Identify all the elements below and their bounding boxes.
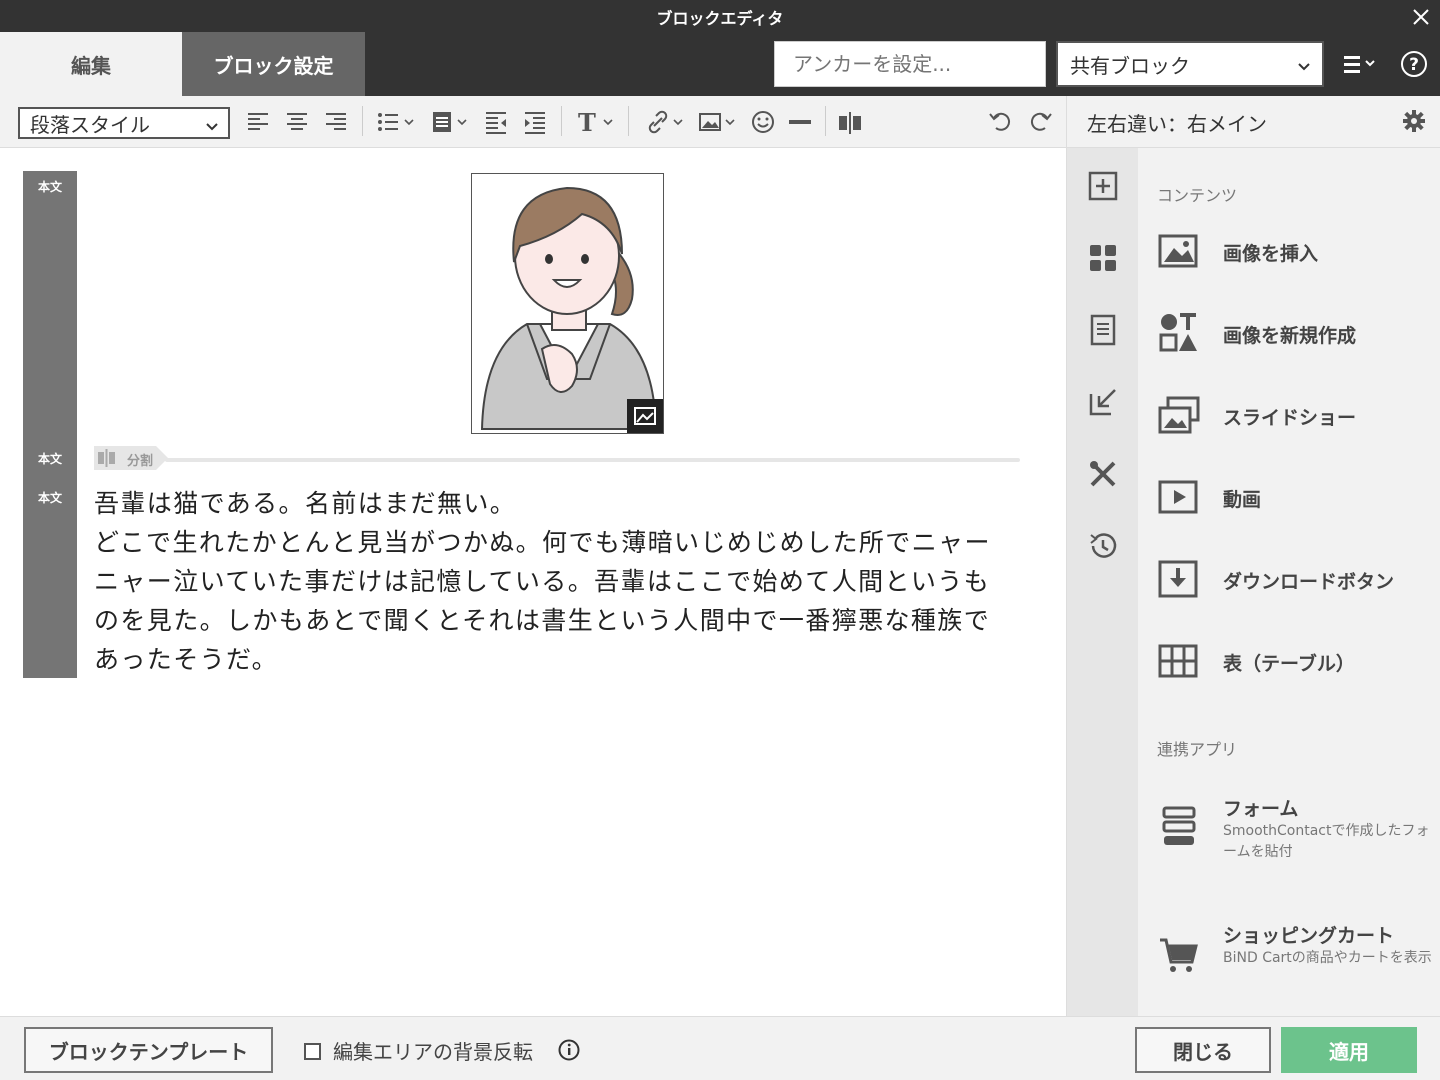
slideshow-icon bbox=[1158, 394, 1200, 436]
body-paragraph[interactable]: 吾輩は猫である。名前はまだ無い。 どこで生れたかとんと見当がつかぬ。何でも薄暗い… bbox=[94, 484, 1044, 679]
item-label: スライドショー bbox=[1223, 407, 1357, 429]
menu-button[interactable] bbox=[1340, 48, 1386, 82]
section-label-contents: コンテンツ bbox=[1157, 186, 1238, 205]
blocks-icon[interactable] bbox=[1087, 242, 1119, 274]
editor-header: 編集 ブロック設定 共有ブロック ? bbox=[0, 32, 1440, 96]
block-template-button[interactable]: ブロックテンプレート bbox=[24, 1027, 273, 1073]
import-icon[interactable] bbox=[1087, 386, 1119, 418]
item-label: 表（テーブル） bbox=[1223, 653, 1355, 675]
strip-label: 本文 bbox=[37, 452, 62, 466]
video-icon bbox=[1158, 476, 1200, 518]
align-left-icon[interactable] bbox=[246, 108, 270, 136]
svg-text:?: ? bbox=[1409, 55, 1419, 75]
image-edit-icon[interactable] bbox=[627, 399, 663, 433]
link-icon[interactable] bbox=[644, 108, 688, 136]
panel-rail bbox=[1066, 148, 1138, 1016]
item-label: ショッピングカート bbox=[1223, 925, 1395, 947]
outdent-icon[interactable] bbox=[484, 108, 510, 136]
chevron-down-icon bbox=[1296, 55, 1312, 79]
format-toolbar: 段落スタイル T bbox=[0, 96, 1066, 148]
edit-area[interactable]: 本文 本文 本文 分割 吾輩は猫である。名前はまだ無い。 どこで生れたかとんと見… bbox=[0, 148, 1066, 1016]
gear-icon[interactable] bbox=[1402, 109, 1426, 133]
window-titlebar: ブロックエディタ bbox=[0, 0, 1440, 32]
block-strip bbox=[23, 171, 77, 678]
text-line: どこで生れたかとんと見当がつかぬ。何でも薄暗いじめじめした所でニャー bbox=[94, 528, 991, 557]
split-column-icon[interactable] bbox=[838, 108, 864, 136]
strip-label: 本文 bbox=[37, 180, 62, 194]
align-right-icon[interactable] bbox=[324, 108, 348, 136]
text-line: 吾輩は猫である。名前はまだ無い。 bbox=[94, 489, 517, 518]
tab-edit[interactable]: 編集 bbox=[0, 32, 182, 96]
strip-label: 本文 bbox=[37, 491, 62, 505]
block-format-icon[interactable] bbox=[431, 108, 475, 136]
history-icon[interactable] bbox=[1087, 530, 1119, 562]
tab-block-settings[interactable]: ブロック設定 bbox=[182, 32, 365, 96]
indent-icon[interactable] bbox=[523, 108, 549, 136]
toolbar-divider bbox=[561, 106, 562, 136]
split-divider-line bbox=[165, 458, 1020, 462]
item-label: 画像を新規作成 bbox=[1223, 325, 1357, 347]
shapes-icon bbox=[1158, 312, 1200, 354]
item-label: フォーム bbox=[1223, 798, 1299, 820]
redo-icon[interactable] bbox=[1027, 108, 1053, 136]
list-icon[interactable] bbox=[376, 108, 420, 136]
download-icon bbox=[1158, 558, 1200, 600]
image-icon bbox=[1158, 230, 1200, 272]
content-list: コンテンツ 画像を挿入 画像を新規作成 スライドショー 動画 ダウンロードボタン bbox=[1138, 148, 1440, 1016]
paragraph-style-value: 段落スタイル bbox=[30, 112, 150, 137]
form-icon bbox=[1158, 806, 1200, 848]
shared-block-select[interactable]: 共有ブロック bbox=[1056, 41, 1324, 87]
text-line: のを見た。しかもあとで聞くとそれは書生という人間中で一番獰悪な種族で bbox=[94, 606, 991, 635]
window-title: ブロックエディタ bbox=[656, 9, 784, 28]
text-line: あったそうだ。 bbox=[94, 645, 279, 674]
emoji-icon[interactable] bbox=[751, 108, 777, 136]
close-button[interactable]: 閉じる bbox=[1135, 1027, 1271, 1073]
invert-background-checkbox[interactable] bbox=[304, 1043, 321, 1060]
layout-header: 左右違い：右メイン bbox=[1066, 96, 1440, 148]
horizontal-rule-icon[interactable] bbox=[788, 108, 814, 136]
paragraph-style-select[interactable]: 段落スタイル bbox=[18, 107, 230, 139]
align-center-icon[interactable] bbox=[285, 108, 309, 136]
editor-footer: ブロックテンプレート 編集エリアの背景反転 閉じる 適用 bbox=[0, 1016, 1440, 1080]
item-description: SmoothContactで作成したフォームを貼付 bbox=[1223, 823, 1430, 860]
table-icon bbox=[1158, 640, 1200, 682]
chevron-down-icon bbox=[204, 115, 220, 139]
section-label-apps: 連携アプリ bbox=[1157, 740, 1238, 759]
anchor-input[interactable] bbox=[774, 41, 1046, 87]
undo-icon[interactable] bbox=[988, 108, 1014, 136]
item-label: 動画 bbox=[1223, 489, 1262, 511]
toolbar-divider bbox=[628, 106, 629, 136]
toolbar-divider bbox=[362, 106, 363, 136]
text-line: ニャー泣いていた事だけは記憶している。吾輩はここで始めて人間というも bbox=[94, 567, 991, 596]
item-description: BiND Cartの商品やカートを表示 bbox=[1223, 950, 1432, 966]
page-icon[interactable] bbox=[1087, 314, 1119, 346]
shared-block-value: 共有ブロック bbox=[1070, 53, 1190, 78]
text-style-icon[interactable]: T bbox=[576, 108, 620, 136]
split-divider-label: 分割 bbox=[127, 454, 154, 469]
portrait-image[interactable] bbox=[471, 173, 664, 434]
item-label: 画像を挿入 bbox=[1223, 243, 1319, 265]
close-window-icon[interactable] bbox=[1408, 4, 1434, 30]
item-label: ダウンロードボタン bbox=[1223, 571, 1395, 593]
layout-title: 左右違い：右メイン bbox=[1087, 112, 1267, 136]
apply-button[interactable]: 適用 bbox=[1281, 1027, 1417, 1073]
invert-background-label: 編集エリアの背景反転 bbox=[333, 1040, 533, 1064]
insert-image-icon[interactable] bbox=[698, 108, 742, 136]
toolbar-divider bbox=[825, 106, 826, 136]
cart-icon bbox=[1158, 934, 1200, 976]
svg-text:T: T bbox=[578, 108, 596, 136]
tools-icon[interactable] bbox=[1087, 458, 1119, 490]
help-icon[interactable]: ? bbox=[1400, 50, 1428, 78]
add-icon[interactable] bbox=[1087, 170, 1119, 202]
info-icon[interactable] bbox=[558, 1039, 580, 1061]
